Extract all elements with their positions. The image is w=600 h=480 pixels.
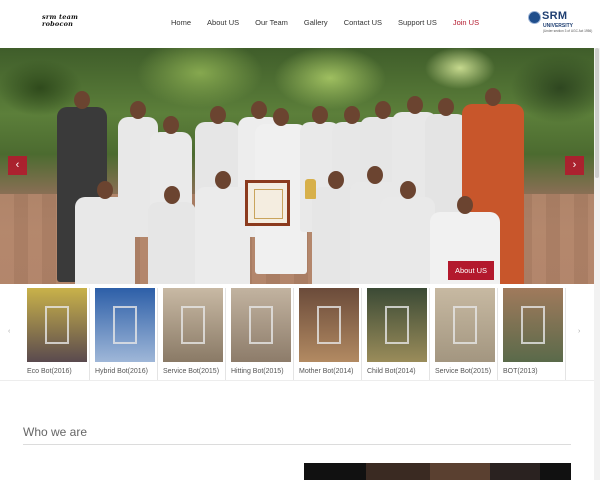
page: srm team robocon Home About US Our Team … — [0, 0, 600, 480]
gallery-item-image — [27, 288, 87, 362]
gallery-item-label: BOT(2013) — [503, 368, 538, 375]
gallery-item-label: Hybrid Bot(2016) — [95, 368, 148, 375]
section-title: Who we are — [23, 425, 88, 439]
gallery-item[interactable]: Service Bot(2015) — [160, 288, 226, 380]
team-member-head — [367, 166, 383, 184]
main-nav: Home About US Our Team Gallery Contact U… — [171, 18, 495, 27]
team-member-head — [164, 186, 180, 204]
university-logo-name: SRM — [542, 10, 568, 22]
university-logo[interactable]: SRM UNIVERSITY (Under section 3 of UGC A… — [528, 10, 592, 34]
gallery-item[interactable]: Child Bot(2014) — [364, 288, 430, 380]
gallery-item-image — [231, 288, 291, 362]
about-us-button[interactable]: About US — [448, 261, 494, 280]
hero-next-button[interactable]: › — [565, 156, 584, 175]
university-seal-icon — [528, 11, 541, 24]
nav-contact-us[interactable]: Contact US — [344, 18, 382, 27]
nav-gallery[interactable]: Gallery — [304, 18, 328, 27]
gallery-next-icon[interactable]: › — [578, 328, 580, 335]
team-member-head — [312, 106, 328, 124]
nav-our-team[interactable]: Our Team — [255, 18, 288, 27]
site-header: srm team robocon Home About US Our Team … — [0, 0, 600, 48]
team-member-head — [328, 171, 344, 189]
gallery-item[interactable]: Mother Bot(2014) — [296, 288, 362, 380]
university-logo-tag: (Under section 3 of UGC Act 1956) — [543, 29, 593, 33]
team-member — [380, 181, 435, 284]
gallery-item-label: Service Bot(2015) — [435, 368, 492, 375]
team-member-head — [74, 91, 90, 109]
gallery-prev-icon[interactable]: ‹ — [8, 328, 10, 335]
nav-support-us[interactable]: Support US — [398, 18, 437, 27]
scrollbar-thumb[interactable] — [595, 48, 599, 178]
team-member-head — [214, 171, 231, 189]
gallery-item-image — [435, 288, 495, 362]
section-divider — [0, 380, 594, 381]
gallery-item[interactable]: Hybrid Bot(2016) — [92, 288, 158, 380]
gallery-item-image — [299, 288, 359, 362]
gallery-item[interactable]: Eco Bot(2016) — [24, 288, 90, 380]
team-logo[interactable]: srm team robocon — [42, 14, 82, 28]
page-scrollbar[interactable] — [594, 48, 600, 480]
gallery-item-image — [163, 288, 223, 362]
team-member-head — [438, 98, 454, 116]
team-logo-line-2: robocon — [42, 20, 74, 28]
gallery-item-image — [367, 288, 427, 362]
team-member-head — [399, 181, 416, 199]
certificate-frame — [245, 180, 290, 226]
nav-join-us[interactable]: Join US — [453, 18, 479, 27]
trophy-icon — [305, 179, 316, 199]
team-member-head — [485, 88, 501, 106]
team-member-head — [374, 101, 391, 119]
nav-about-us[interactable]: About US — [207, 18, 239, 27]
gallery-item-image — [503, 288, 563, 362]
team-member — [148, 186, 196, 284]
gallery-item-label: Child Bot(2014) — [367, 368, 416, 375]
gallery-item[interactable]: BOT(2013) — [500, 288, 566, 380]
team-member-head — [344, 106, 360, 124]
gallery-item[interactable]: Service Bot(2015) — [432, 288, 498, 380]
media-preview[interactable] — [304, 463, 571, 480]
gallery-item-label: Eco Bot(2016) — [27, 368, 72, 375]
gallery-item-label: Mother Bot(2014) — [299, 368, 354, 375]
chevron-left-icon: ‹ — [15, 159, 20, 171]
team-member-head — [273, 108, 289, 126]
team-member-head — [163, 116, 179, 134]
team-member — [195, 171, 250, 284]
section-title-rule — [23, 444, 571, 445]
hero-slider: ‹ › About US — [0, 48, 594, 284]
team-member-head — [406, 96, 423, 114]
team-member-head — [130, 101, 146, 119]
chevron-right-icon: › — [572, 159, 577, 171]
gallery-item-label: Hitting Bot(2015) — [231, 368, 284, 375]
gallery-item-label: Service Bot(2015) — [163, 368, 220, 375]
team-member-head — [97, 181, 113, 199]
hero-prev-button[interactable]: ‹ — [8, 156, 27, 175]
robot-gallery-carousel: ‹ Eco Bot(2016) Hybrid Bot(2016) Service B… — [0, 284, 594, 380]
team-member-head — [251, 101, 267, 119]
gallery-item-image — [95, 288, 155, 362]
team-member-head — [209, 106, 226, 124]
nav-home[interactable]: Home — [171, 18, 191, 27]
team-member-head — [457, 196, 473, 214]
team-member — [75, 181, 135, 284]
gallery-item[interactable]: Hitting Bot(2015) — [228, 288, 294, 380]
